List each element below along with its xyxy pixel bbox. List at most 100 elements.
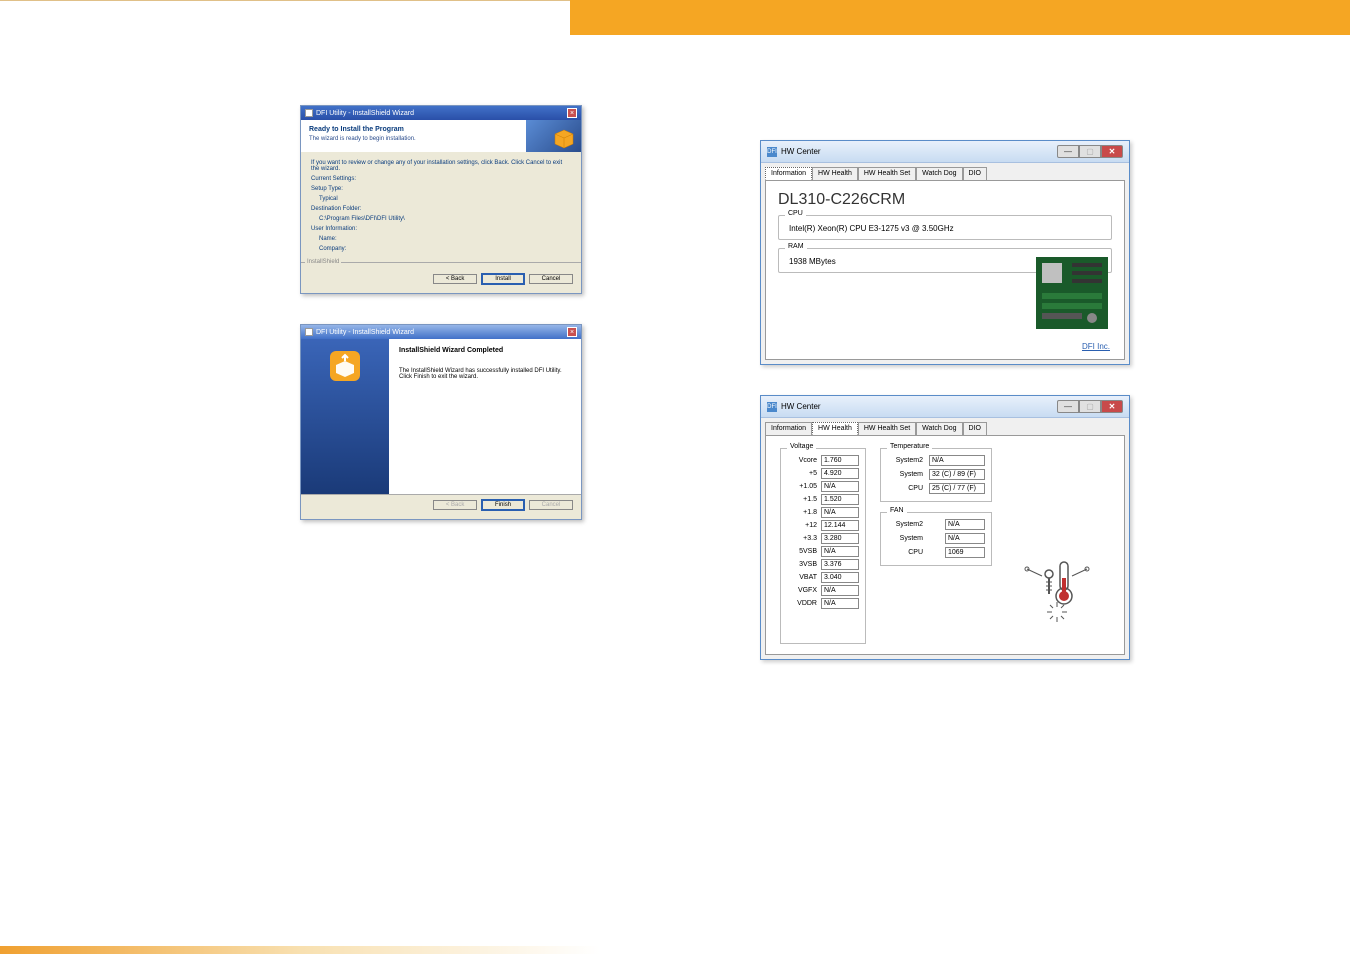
setup-type-value: Typical: [319, 196, 571, 202]
temperature-label: Temperature: [887, 443, 932, 450]
dialog-titlebar[interactable]: DFI Utility - InstallShield Wizard ×: [301, 325, 581, 339]
temperature-group: Temperature System2N/ASystem32 (C) / 89 …: [880, 448, 992, 502]
fan-row: System N/A: [887, 533, 985, 544]
box-open-icon: [328, 349, 362, 383]
voltage-row: 5VSBN/A: [787, 546, 859, 557]
cpu-group: CPU Intel(R) Xeon(R) CPU E3-1275 v3 @ 3.…: [778, 215, 1112, 240]
cancel-button[interactable]: Cancel: [529, 274, 573, 284]
voltage-label: Voltage: [787, 443, 816, 450]
temp-label: System: [887, 471, 927, 478]
voltage-value: 3.376: [821, 559, 859, 570]
minimize-icon[interactable]: —: [1057, 400, 1079, 413]
company-label: Company:: [319, 246, 571, 252]
fan-label: FAN: [887, 507, 907, 514]
fan-label: System2: [887, 521, 927, 528]
close-icon[interactable]: ×: [567, 108, 577, 118]
voltage-row: +1.05N/A: [787, 481, 859, 492]
tab-watch-dog[interactable]: Watch Dog: [916, 167, 962, 180]
ram-label: RAM: [785, 243, 807, 250]
tab-hw-health[interactable]: HW Health: [812, 167, 858, 180]
fan-value: N/A: [945, 519, 985, 530]
fan-label: System: [887, 535, 927, 542]
tab-watch-dog[interactable]: Watch Dog: [916, 422, 962, 435]
tab-hw-health-set[interactable]: HW Health Set: [858, 167, 916, 180]
tab-hw-health[interactable]: HW Health: [812, 422, 858, 435]
setup-type-label: Setup Type:: [311, 186, 571, 192]
voltage-label: +1.05: [787, 483, 821, 490]
tab-dio[interactable]: DIO: [963, 167, 987, 180]
voltage-row: Vcore1.760: [787, 455, 859, 466]
dialog-title: DFI Utility - InstallShield Wizard: [316, 110, 414, 117]
close-icon[interactable]: ✕: [1101, 145, 1123, 158]
close-icon[interactable]: ✕: [1101, 400, 1123, 413]
maximize-icon[interactable]: ▢: [1079, 400, 1101, 413]
tab-hw-health-set[interactable]: HW Health Set: [858, 422, 916, 435]
voltage-row: +1.51.520: [787, 494, 859, 505]
app-icon: DFI: [767, 402, 777, 412]
dfi-link[interactable]: DFI Inc.: [1082, 342, 1110, 351]
temp-value: 32 (C) / 89 (F): [929, 469, 985, 480]
motherboard-image: [1032, 253, 1112, 333]
voltage-value: 1.520: [821, 494, 859, 505]
header-art: [526, 120, 581, 152]
voltage-value: 12.144: [821, 520, 859, 531]
window-titlebar[interactable]: DFI HW Center — ▢ ✕: [761, 141, 1129, 163]
footer-strip: [0, 946, 600, 954]
dialog-title: DFI Utility - InstallShield Wizard: [316, 329, 414, 336]
voltage-value: N/A: [821, 546, 859, 557]
temp-row: System2N/A: [887, 455, 985, 466]
hw-center-info-window: DFI HW Center — ▢ ✕ Information HW Healt…: [760, 140, 1130, 365]
finish-button[interactable]: Finish: [481, 499, 525, 511]
voltage-row: +1212.144: [787, 520, 859, 531]
window-controls: — ▢ ✕: [1057, 145, 1123, 158]
tab-information[interactable]: Information: [765, 422, 812, 435]
voltage-value: 4.920: [821, 468, 859, 479]
voltage-value: N/A: [821, 507, 859, 518]
temp-label: CPU: [887, 485, 927, 492]
user-info-label: User Information:: [311, 226, 571, 232]
voltage-label: 5VSB: [787, 548, 821, 555]
minimize-icon[interactable]: —: [1057, 145, 1079, 158]
installer-ready-dialog: DFI Utility - InstallShield Wizard × Rea…: [300, 105, 582, 294]
voltage-value: N/A: [821, 481, 859, 492]
voltage-label: VBAT: [787, 574, 821, 581]
fan-value: N/A: [945, 533, 985, 544]
tab-dio[interactable]: DIO: [963, 422, 987, 435]
temp-value: N/A: [929, 455, 985, 466]
page-header-bar: [0, 0, 1350, 35]
cpu-value: Intel(R) Xeon(R) CPU E3-1275 v3 @ 3.50GH…: [789, 224, 1101, 233]
voltage-value: N/A: [821, 585, 859, 596]
voltage-value: 3.040: [821, 572, 859, 583]
voltage-label: +1.8: [787, 509, 821, 516]
dest-folder-label: Destination Folder:: [311, 206, 571, 212]
voltage-label: VGFX: [787, 587, 821, 594]
temp-label: System2: [887, 457, 927, 464]
tab-information[interactable]: Information: [765, 167, 812, 180]
dialog-buttons: < Back Install Cancel: [301, 269, 581, 293]
temp-value: 25 (C) / 77 (F): [929, 483, 985, 494]
name-label: Name:: [319, 236, 571, 242]
close-icon[interactable]: ×: [567, 327, 577, 337]
fan-value: 1069: [945, 547, 985, 558]
fan-row: CPU1069: [887, 547, 985, 558]
dialog-titlebar[interactable]: DFI Utility - InstallShield Wizard ×: [301, 106, 581, 120]
voltage-label: +12: [787, 522, 821, 529]
voltage-label: +1.5: [787, 496, 821, 503]
hw-center-health-window: DFI HW Center — ▢ ✕ Information HW Healt…: [760, 395, 1130, 660]
thermometer-icon: [1022, 554, 1092, 626]
maximize-icon[interactable]: ▢: [1079, 145, 1101, 158]
window-titlebar[interactable]: DFI HW Center — ▢ ✕: [761, 396, 1129, 418]
tab-bar: Information HW Health HW Health Set Watc…: [761, 163, 1129, 180]
tab-content: Voltage Vcore1.760+54.920+1.05N/A+1.51.5…: [765, 435, 1125, 655]
separator: InstallShield: [301, 262, 581, 269]
install-button[interactable]: Install: [481, 273, 525, 285]
voltage-row: VBAT3.040: [787, 572, 859, 583]
voltage-label: Vcore: [787, 457, 821, 464]
dest-folder-value: C:\Program Files\DFI\DFI Utility\: [319, 216, 571, 222]
back-button[interactable]: < Back: [433, 274, 477, 284]
dialog-heading: InstallShield Wizard Completed: [399, 347, 571, 354]
window-controls: — ▢ ✕: [1057, 400, 1123, 413]
voltage-row: +54.920: [787, 468, 859, 479]
voltage-value: 1.760: [821, 455, 859, 466]
installer-complete-dialog: DFI Utility - InstallShield Wizard × Ins…: [300, 324, 582, 520]
